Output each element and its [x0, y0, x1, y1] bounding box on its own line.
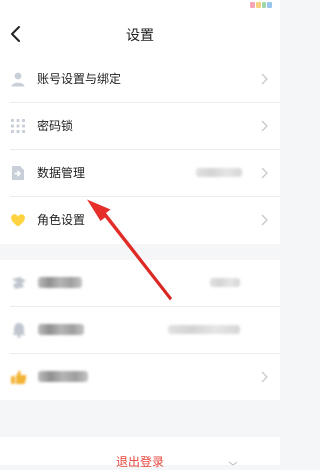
- keypad-dots-icon: [11, 119, 25, 133]
- chevron-right-icon: [261, 167, 268, 179]
- settings-item-password-lock[interactable]: 密码锁: [0, 103, 280, 150]
- blurred-value: [196, 168, 242, 177]
- logout-label: 退出登录: [115, 455, 164, 469]
- blurred-label: [38, 324, 84, 335]
- chevron-right-icon: [261, 371, 268, 383]
- thumbs-up-icon: [11, 370, 27, 384]
- heart-icon: [11, 214, 25, 227]
- settings-item-account-binding[interactable]: 账号设置与绑定: [0, 56, 280, 103]
- settings-item-blurred[interactable]: [0, 260, 280, 307]
- document-arrow-icon: [12, 166, 24, 180]
- blurred-label: [38, 277, 82, 288]
- blurred-value: [168, 325, 240, 334]
- settings-item-label: 角色设置: [37, 213, 86, 227]
- blurred-value: [210, 278, 240, 287]
- settings-item-data-management[interactable]: 数据管理: [0, 150, 280, 197]
- header: 设置: [0, 14, 280, 56]
- settings-item-blurred[interactable]: [0, 307, 280, 354]
- chevron-right-icon: [261, 120, 268, 132]
- status-bar: [0, 0, 280, 14]
- settings-item-blurred[interactable]: [0, 354, 280, 401]
- blurred-icon: [12, 277, 26, 289]
- settings-item-role-settings[interactable]: 角色设置: [0, 197, 280, 244]
- chevron-down-icon: [228, 461, 238, 466]
- bell-icon: [12, 323, 26, 338]
- settings-group-blurred: [0, 260, 280, 400]
- page-title: 设置: [126, 28, 154, 44]
- settings-page: 设置 账号设置与绑定 密码锁 数据管理 角色设置 退出登录: [0, 0, 280, 469]
- blurred-label: [38, 371, 88, 382]
- logout-button[interactable]: 退出登录: [0, 437, 280, 469]
- settings-item-label: 账号设置与绑定: [37, 72, 122, 86]
- settings-group-account: 账号设置与绑定 密码锁 数据管理 角色设置: [0, 56, 280, 244]
- chevron-right-icon: [261, 73, 268, 85]
- status-indicator: [250, 2, 272, 8]
- settings-item-label: 密码锁: [37, 119, 74, 133]
- chevron-right-icon: [261, 214, 268, 226]
- settings-item-label: 数据管理: [37, 166, 86, 180]
- user-icon: [11, 72, 25, 87]
